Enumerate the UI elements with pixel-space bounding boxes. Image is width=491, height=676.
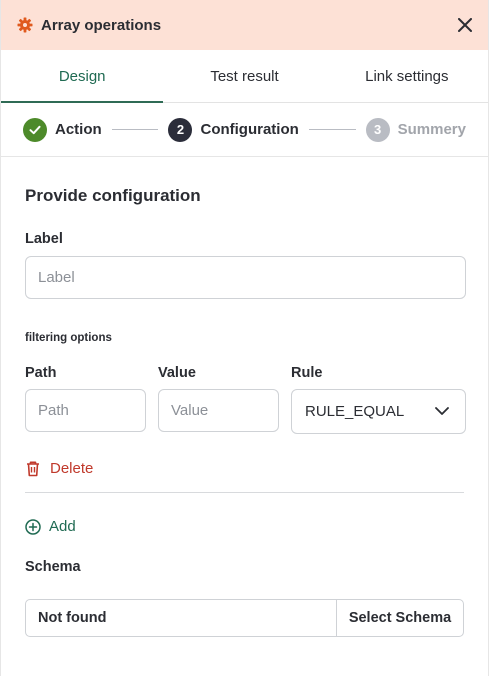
panel-header: Array operations [1, 0, 488, 50]
close-icon[interactable] [456, 16, 474, 34]
panel-title: Array operations [41, 16, 162, 34]
section-title: Provide configuration [25, 186, 201, 205]
chevron-down-icon [435, 407, 449, 416]
value-label: Value [158, 365, 196, 381]
tab-link-settings[interactable]: Link settings [326, 50, 488, 102]
step-connector [111, 129, 159, 130]
check-icon [23, 117, 47, 142]
step-configuration[interactable]: 2 Configuration [168, 117, 299, 142]
filter-row: Path Value Rule RULE_EQUAL [25, 365, 466, 434]
step-label: Action [55, 121, 102, 138]
step-summery[interactable]: 3 Summery [365, 117, 466, 142]
trash-icon [25, 460, 41, 477]
stepper: Action 2 Configuration 3 Summery [1, 103, 488, 157]
array-operations-panel: Array operations Design Test result Link… [0, 0, 489, 676]
path-column: Path [25, 365, 146, 434]
select-schema-button[interactable]: Select Schema [336, 600, 463, 636]
value-column: Value [158, 365, 279, 434]
value-input[interactable] [158, 389, 279, 432]
path-input[interactable] [25, 389, 146, 432]
step-label: Summery [397, 121, 466, 138]
rule-label: Rule [291, 365, 323, 381]
tab-test-result[interactable]: Test result [163, 50, 325, 102]
rule-select-value: RULE_EQUAL [305, 403, 405, 420]
rule-column: Rule RULE_EQUAL [291, 365, 466, 434]
divider [25, 492, 464, 493]
path-label: Path [25, 365, 57, 381]
plus-circle-icon [25, 518, 41, 535]
tab-design[interactable]: Design [1, 50, 164, 103]
add-label: Add [49, 518, 76, 535]
delete-button[interactable]: Delete [25, 460, 464, 477]
gear-icon [17, 17, 33, 33]
label-input[interactable] [25, 256, 466, 299]
step-label: Configuration [200, 121, 299, 138]
schema-selector: Not found Select Schema [25, 599, 464, 637]
tab-bar: Design Test result Link settings [1, 50, 488, 103]
filtering-options-heading: filtering options [25, 332, 112, 344]
label-field-label: Label [25, 231, 63, 247]
schema-value: Not found [38, 610, 107, 626]
step-connector [308, 129, 356, 130]
step-number: 3 [365, 117, 390, 142]
add-button[interactable]: Add [25, 518, 464, 535]
form-content: Provide configuration Label filtering op… [1, 186, 488, 637]
delete-label: Delete [50, 460, 94, 477]
step-action[interactable]: Action [23, 117, 102, 142]
schema-label: Schema [25, 559, 81, 575]
step-number: 2 [168, 117, 193, 142]
rule-select[interactable]: RULE_EQUAL [291, 389, 466, 434]
